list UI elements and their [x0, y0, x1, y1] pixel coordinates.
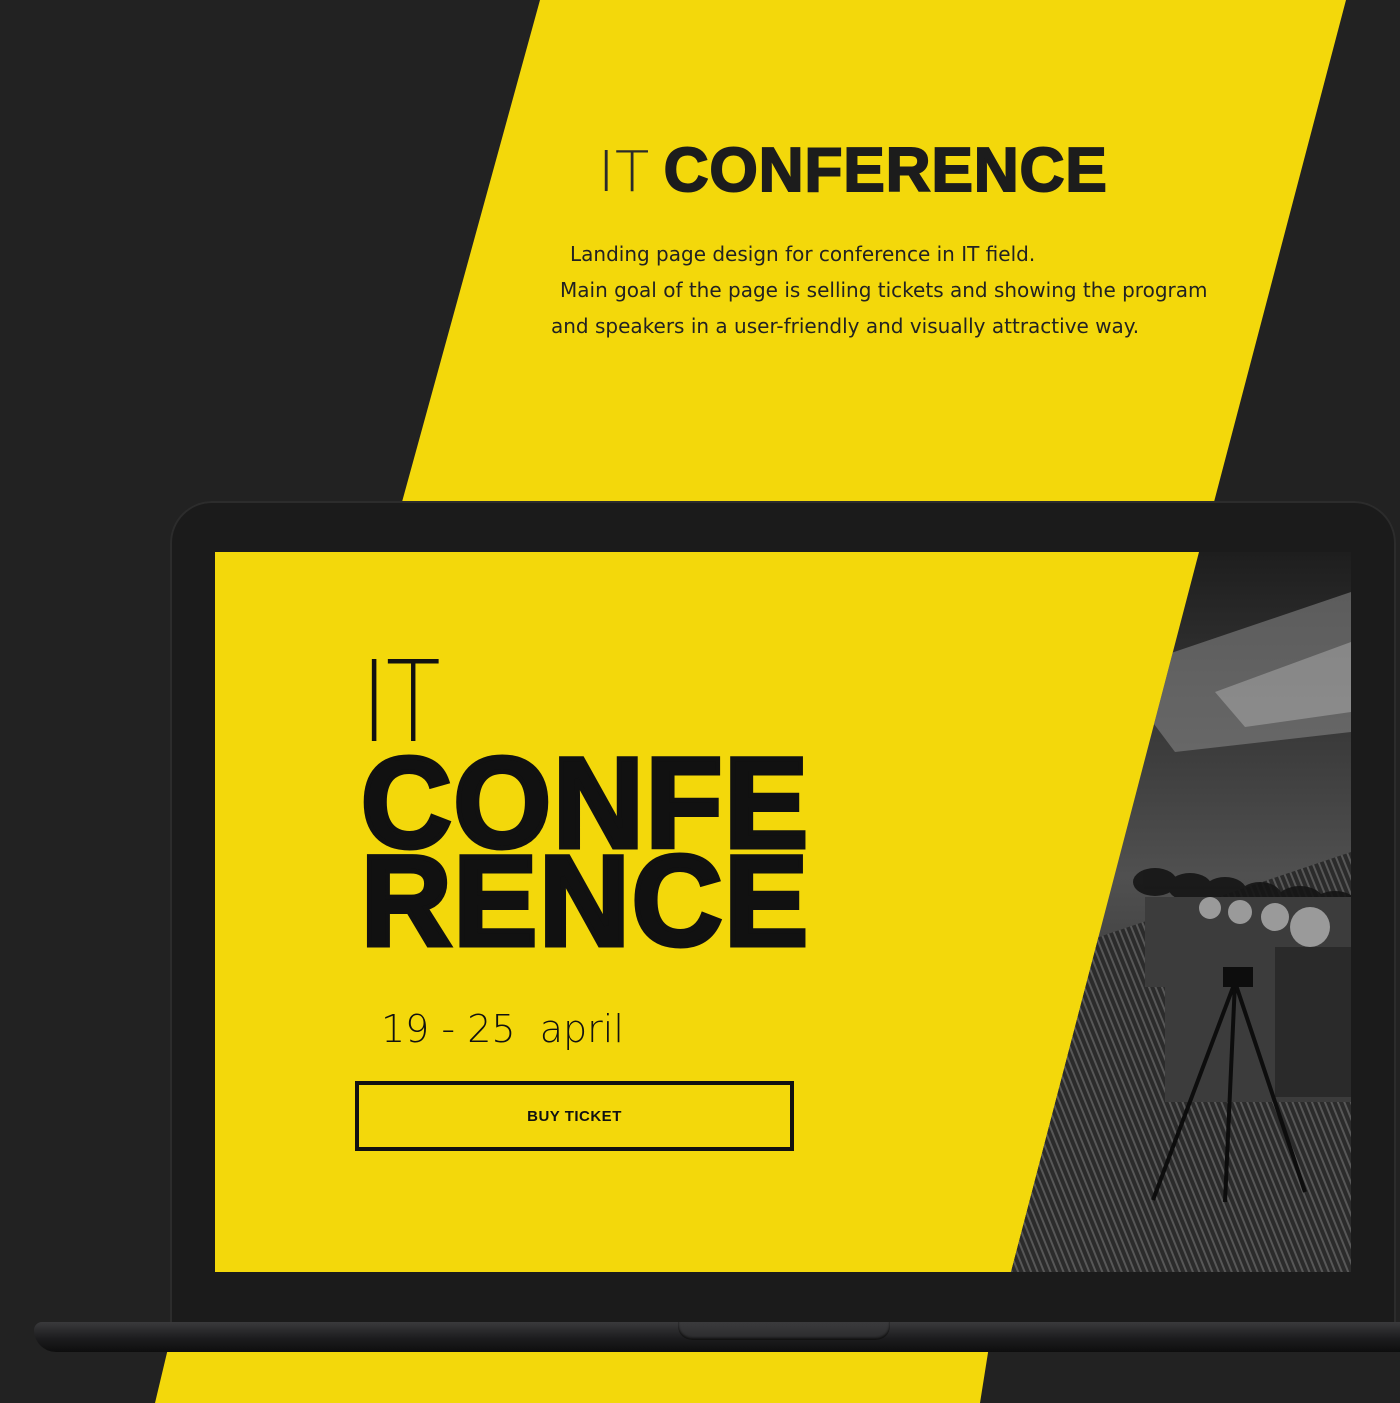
intro-description-line: and speakers in a user-friendly and visu…	[551, 314, 1140, 338]
intro-title-light: IT	[598, 140, 650, 205]
intro-title-bold: CONFERENCE	[663, 135, 1108, 206]
laptop-notch	[678, 1322, 890, 1340]
intro-title: IT CONFERENCE	[598, 135, 1108, 208]
laptop-screen: IT CONFE RENCE 19 - 25 april BUY TICKET	[215, 552, 1351, 1272]
hero-title-line: RENCE	[359, 830, 811, 973]
intro-description-line: Landing page design for conference in IT…	[570, 242, 1036, 266]
buy-ticket-button[interactable]: BUY TICKET	[355, 1081, 794, 1151]
event-date: 19 - 25 april	[381, 1007, 624, 1051]
intro-description-line: Main goal of the page is selling tickets…	[560, 278, 1208, 302]
